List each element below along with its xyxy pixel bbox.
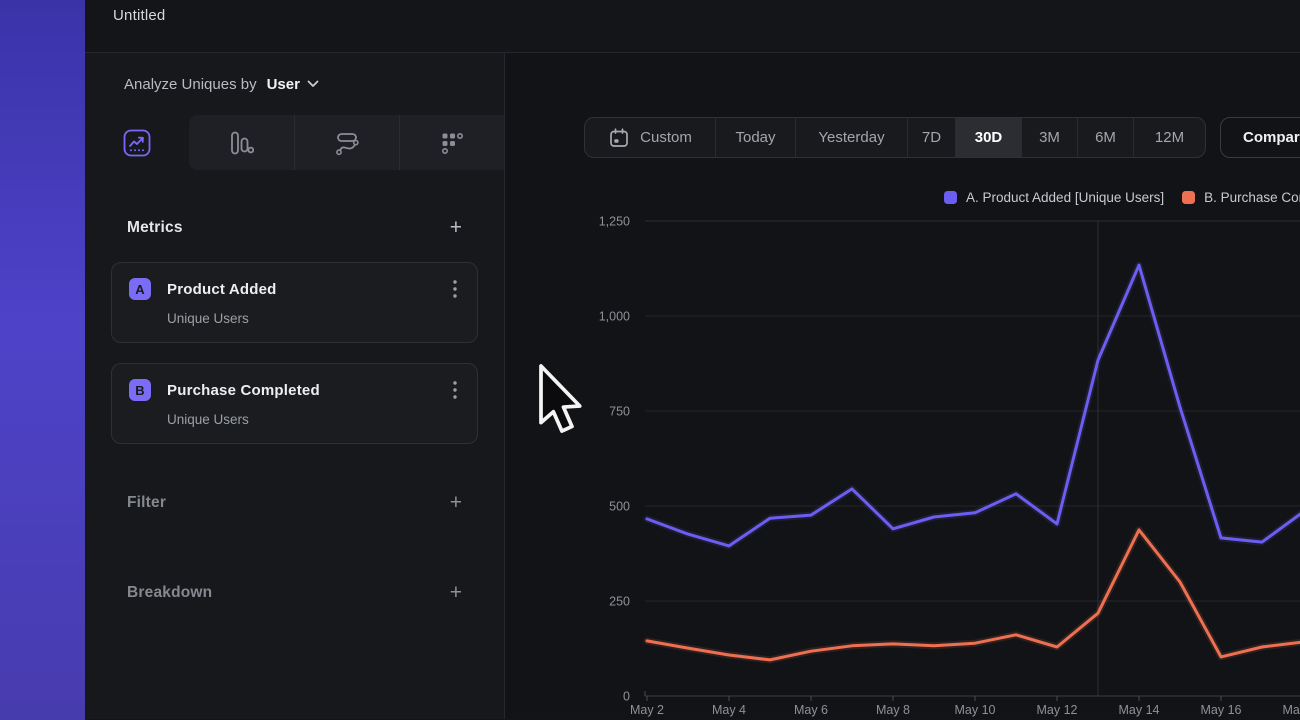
x-axis-label: May 18 (1283, 703, 1300, 717)
main-panel: Custom Today Yesterday 7D 30D 3M 6M 12M … (505, 53, 1300, 719)
metric-subtitle: Unique Users (167, 412, 461, 427)
metric-card-b[interactable]: B Purchase Completed Unique Users (111, 363, 478, 444)
x-axis-label: May 8 (876, 703, 910, 717)
sidebar: Analyze Uniques by User (85, 53, 505, 719)
tab-flows[interactable] (294, 115, 399, 170)
metrics-title: Metrics (127, 219, 183, 237)
topbar: Untitled (85, 0, 1300, 53)
series-glow-b (647, 530, 1300, 660)
y-axis-label: 1,250 (599, 215, 630, 229)
app-window: Untitled Analyze Uniques by User (85, 0, 1300, 720)
x-axis-label: May 16 (1201, 703, 1242, 717)
y-axis-label: 0 (623, 690, 630, 704)
range-12m[interactable]: 12M (1133, 118, 1205, 157)
series-glow-a (647, 265, 1300, 546)
metric-badge-b: B (129, 379, 151, 401)
analyze-entity-value: User (267, 76, 300, 93)
range-label: Today (735, 129, 775, 146)
range-label: 7D (922, 129, 941, 146)
range-7d[interactable]: 7D (907, 118, 955, 157)
breakdown-section-header: Breakdown + (111, 581, 478, 605)
analyze-by-label: Analyze Uniques by (124, 76, 257, 93)
range-label: 6M (1095, 129, 1116, 146)
x-axis-label: May 10 (955, 703, 996, 717)
tab-funnels[interactable] (189, 115, 293, 170)
x-axis-label: May 14 (1119, 703, 1160, 717)
legend-item-b: B. Purchase Completed [Unique Users] (1182, 190, 1300, 205)
range-30d[interactable]: 30D (955, 118, 1021, 157)
page-title: Untitled (113, 7, 1300, 24)
legend-swatch-purple (944, 191, 957, 204)
tab-insights[interactable] (85, 115, 189, 170)
chart-legend: A. Product Added [Unique Users] B. Purch… (944, 190, 1300, 205)
y-axis-label: 1,000 (599, 310, 630, 324)
y-axis-label: 500 (609, 500, 630, 514)
legend-label: A. Product Added [Unique Users] (966, 190, 1164, 205)
series-line-b (647, 530, 1300, 660)
range-label: Custom (640, 129, 692, 146)
range-3m[interactable]: 3M (1021, 118, 1077, 157)
bar-chart-icon (228, 130, 254, 156)
calendar-icon (608, 127, 630, 149)
filter-section-header: Filter + (111, 491, 478, 515)
metric-badge-a: A (129, 278, 151, 300)
analyze-by-row: Analyze Uniques by User (85, 53, 504, 115)
kebab-icon (453, 280, 457, 298)
add-filter-button[interactable]: + (450, 493, 462, 513)
add-breakdown-button[interactable]: + (450, 583, 462, 603)
series-line-a (647, 265, 1300, 546)
compare-label: Compare (1243, 129, 1300, 146)
range-label: 3M (1039, 129, 1060, 146)
line-chart-icon (123, 129, 151, 157)
legend-item-a: A. Product Added [Unique Users] (944, 190, 1164, 205)
breakdown-title: Breakdown (127, 584, 212, 602)
x-axis-label: May 2 (630, 703, 664, 717)
y-axis-label: 750 (609, 405, 630, 419)
metric-options-button[interactable] (449, 379, 461, 401)
y-axis-label: 250 (609, 595, 630, 609)
metric-subtitle: Unique Users (167, 311, 461, 326)
chart-type-tabs (85, 115, 504, 170)
metric-options-button[interactable] (449, 278, 461, 300)
x-axis-label: May 12 (1037, 703, 1078, 717)
tab-retention[interactable] (399, 115, 504, 170)
retention-grid-icon (439, 130, 465, 156)
legend-swatch-orange (1182, 191, 1195, 204)
chevron-down-icon (307, 80, 319, 88)
left-gradient-strip (0, 0, 85, 720)
metric-card-a[interactable]: A Product Added Unique Users (111, 262, 478, 343)
legend-label: B. Purchase Completed [Unique Users] (1204, 190, 1300, 205)
compare-button[interactable]: Compare (1220, 117, 1300, 158)
x-axis-label: May 4 (712, 703, 746, 717)
filter-title: Filter (127, 494, 166, 512)
range-label: 12M (1155, 129, 1184, 146)
date-range-bar: Custom Today Yesterday 7D 30D 3M 6M 12M … (584, 117, 1300, 158)
analyze-entity-dropdown[interactable]: User (267, 76, 319, 93)
metric-name: Product Added (167, 281, 277, 298)
range-custom[interactable]: Custom (585, 118, 715, 157)
flows-icon (334, 130, 360, 156)
kebab-icon (453, 381, 457, 399)
metric-name: Purchase Completed (167, 382, 320, 399)
date-range-control: Custom Today Yesterday 7D 30D 3M 6M 12M (584, 117, 1206, 158)
range-label: 30D (975, 129, 1003, 146)
metrics-section-header: Metrics + (111, 216, 478, 240)
range-label: Yesterday (818, 129, 884, 146)
range-today[interactable]: Today (715, 118, 795, 157)
range-6m[interactable]: 6M (1077, 118, 1133, 157)
add-metric-button[interactable]: + (450, 218, 462, 238)
x-axis-label: May 6 (794, 703, 828, 717)
range-yesterday[interactable]: Yesterday (795, 118, 907, 157)
